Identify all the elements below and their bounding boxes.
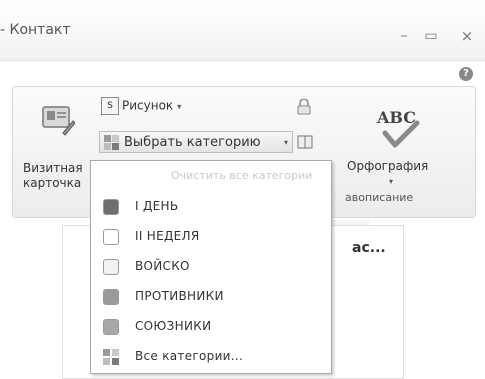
business-card-icon — [42, 106, 75, 136]
business-card-label-line1: Визитная — [23, 161, 83, 175]
category-item-label: II НЕДЕЛЯ — [135, 229, 200, 243]
category-color-swatch-icon — [103, 229, 119, 245]
all-categories-item[interactable]: Все категории... — [91, 343, 329, 371]
spell-check-icon: ABC — [376, 108, 420, 148]
business-card-label-line2: карточка — [23, 176, 82, 190]
select-category-button[interactable]: Выбрать категорию ▾ — [99, 131, 293, 153]
chevron-down-icon: ▾ — [177, 102, 182, 113]
body-text: ас... — [352, 240, 386, 256]
category-item[interactable]: СОЮЗНИКИ — [91, 313, 329, 341]
category-item[interactable]: I ДЕНЬ — [91, 193, 329, 221]
category-item[interactable]: ПРОТИВНИКИ — [91, 283, 329, 311]
address-book-icon[interactable] — [297, 135, 313, 149]
spelling-label: Орфография — [347, 159, 429, 173]
spelling-button[interactable]: ABC Орфография ▾ — [347, 97, 457, 197]
close-button[interactable]: × — [459, 28, 475, 44]
window-title: - Контакт — [0, 22, 71, 38]
clear-all-categories-item[interactable]: Очистить все категории — [171, 169, 312, 182]
proofing-group-label: авописание — [345, 191, 414, 204]
lock-icon[interactable] — [297, 99, 311, 115]
select-category-label: Выбрать категорию — [124, 135, 261, 150]
category-color-swatch-icon — [103, 199, 119, 215]
category-item-label: I ДЕНЬ — [135, 199, 179, 213]
category-color-swatch-icon — [103, 289, 119, 305]
contact-window: - Контакт – ▭ × ? Визитная карточка S Рис… — [0, 0, 485, 379]
chevron-down-icon: ▾ — [389, 177, 394, 186]
category-grid-icon — [104, 135, 119, 150]
category-color-swatch-icon — [103, 319, 119, 335]
category-item-label: ВОЙСКО — [135, 259, 190, 273]
category-dropdown-menu: Очистить все категории I ДЕНЬ II НЕДЕЛЯ … — [90, 160, 332, 374]
category-item-label: СОЮЗНИКИ — [135, 319, 212, 333]
category-item[interactable]: ВОЙСКО — [91, 253, 329, 281]
picture-button[interactable]: S Рисунок ▾ — [101, 97, 182, 117]
help-icon[interactable]: ? — [459, 67, 473, 81]
minimize-button[interactable]: – — [396, 28, 412, 44]
picture-label: Рисунок — [122, 98, 174, 113]
maximize-button[interactable]: ▭ — [423, 28, 439, 44]
chevron-down-icon: ▾ — [283, 138, 288, 147]
category-color-swatch-icon — [103, 259, 119, 275]
category-item[interactable]: II НЕДЕЛЯ — [91, 223, 329, 251]
business-card-button[interactable]: Визитная карточка — [23, 97, 83, 190]
category-grid-icon — [103, 349, 119, 365]
category-item-label: ПРОТИВНИКИ — [135, 289, 224, 303]
svg-text:ABC: ABC — [376, 108, 416, 127]
title-bar: - Контакт – ▭ × — [0, 0, 485, 61]
picture-icon: S — [101, 97, 119, 115]
all-categories-label: Все категории... — [135, 349, 244, 363]
